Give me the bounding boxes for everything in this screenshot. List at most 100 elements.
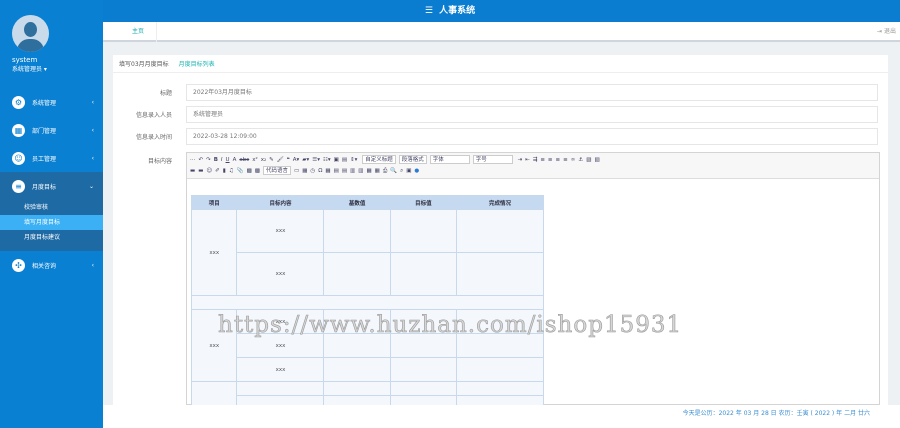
- grid-icon: ▦: [12, 123, 25, 137]
- special-char-icon[interactable]: Ω: [318, 166, 322, 177]
- time-icon[interactable]: ◷: [310, 166, 315, 177]
- sidebar-item-consult[interactable]: ✣ 相关咨询 ‹: [0, 251, 103, 279]
- gmap-icon[interactable]: ▩: [255, 166, 260, 177]
- label: 部门管理: [32, 127, 57, 135]
- footer-date: 今天是公历：2022 年 03 月 28 日 农历：壬寅 ( 2022 ) 年 …: [103, 405, 900, 428]
- quote-icon[interactable]: ❝: [287, 155, 290, 166]
- hamburger-icon[interactable]: ☰: [425, 6, 433, 16]
- align-left-icon[interactable]: ≡: [540, 155, 545, 166]
- goal-list-link[interactable]: 月度目标列表: [179, 59, 215, 68]
- table-cell[interactable]: xxx: [236, 357, 325, 382]
- undo-icon[interactable]: ↶: [199, 155, 204, 166]
- title-input[interactable]: 2022年03月月度目标: [186, 84, 878, 101]
- user-role-dropdown[interactable]: 系统管理员 ▾: [12, 64, 47, 73]
- sidebar-item-system[interactable]: ⚙ 系统管理 ‹: [0, 88, 103, 116]
- indent-icon[interactable]: ⇶: [533, 155, 538, 166]
- insert-row-icon[interactable]: ▤: [334, 166, 339, 177]
- user-icon: ☺: [12, 151, 25, 165]
- table-icon[interactable]: ▦: [325, 166, 330, 177]
- paragraph-format-select[interactable]: 段落格式: [398, 155, 427, 164]
- rtl-icon[interactable]: ⇤: [525, 155, 530, 166]
- rich-text-editor[interactable]: ⋯ ↶ ↷ B I U Aabc x² x₂ ✎ 🖌 ❝ A▾ ▰▾ ☰▾ ☷▾ ▣ ▤ ⇕▾ 自定义标题 段落格式字…: [186, 152, 880, 410]
- scrawl-icon[interactable]: ✐: [215, 166, 220, 177]
- unordered-list-icon[interactable]: ☷▾: [323, 155, 331, 166]
- split-cells-icon[interactable]: ▦: [375, 166, 380, 177]
- select-all-icon[interactable]: ▣: [334, 155, 339, 166]
- image-center-icon[interactable]: ▧: [594, 155, 599, 166]
- redo-icon[interactable]: ↷: [206, 155, 211, 166]
- gear-icon: ⚙: [12, 95, 25, 109]
- code-language-select[interactable]: 代码语言: [262, 166, 291, 175]
- ordered-list-icon[interactable]: ☰▾: [312, 155, 320, 166]
- image-icon[interactable]: ▬: [190, 166, 195, 177]
- bold-icon[interactable]: B: [214, 155, 218, 166]
- sidebar-item-monthly[interactable]: ≡ 月度目标 ⌄: [0, 172, 103, 200]
- preview-icon[interactable]: 🔍: [390, 166, 397, 177]
- font-color-icon[interactable]: A▾: [293, 155, 300, 166]
- underline-icon[interactable]: U: [226, 155, 230, 166]
- panel-title: 填写03月月度目标: [119, 61, 169, 68]
- sidebar-subitem-review[interactable]: 校验审核: [0, 200, 103, 215]
- tab-home[interactable]: 主页: [120, 22, 158, 42]
- search-replace-icon[interactable]: ⌕: [400, 166, 403, 177]
- eraser-icon[interactable]: ✎: [269, 155, 274, 166]
- source-icon[interactable]: ⋯: [190, 155, 196, 166]
- ltr-icon[interactable]: ⇥: [517, 155, 522, 166]
- italic-icon[interactable]: I: [221, 155, 223, 166]
- subscript-icon[interactable]: x₂: [261, 155, 266, 166]
- user-name: system: [12, 56, 38, 64]
- sidebar-item-department[interactable]: ▦ 部门管理 ‹: [0, 116, 103, 144]
- anchor-icon[interactable]: ⚓: [578, 155, 583, 166]
- font-size-select[interactable]: 字号: [472, 155, 513, 164]
- font-family-select[interactable]: 字体: [429, 155, 470, 164]
- chevron-down-icon: ⌄: [88, 182, 94, 190]
- attachment-icon[interactable]: 📎: [237, 166, 244, 177]
- sidebar-subitem-goal-advice[interactable]: 月度目标建议: [0, 230, 103, 245]
- merge-cells-icon[interactable]: ▦: [366, 166, 371, 177]
- avatar: [12, 15, 49, 52]
- time-input[interactable]: 2022-03-28 12:09:00: [186, 128, 878, 145]
- strike-icon[interactable]: abc: [239, 155, 249, 166]
- video-icon[interactable]: ▮: [223, 166, 226, 177]
- entrant-input[interactable]: 系统管理员: [186, 106, 878, 123]
- date-icon[interactable]: ▦: [302, 166, 307, 177]
- table-cell[interactable]: xxx: [190, 209, 238, 296]
- custom-title-select[interactable]: 自定义标题: [362, 155, 396, 164]
- paragraph-spacing-icon[interactable]: ⇕▾: [350, 155, 357, 166]
- insert-col-icon[interactable]: ▥: [350, 166, 355, 177]
- font-border-icon[interactable]: A: [233, 155, 237, 166]
- multi-image-icon[interactable]: ▬: [198, 166, 203, 177]
- image-float-icon[interactable]: ▧: [586, 155, 591, 166]
- pagebreak-icon[interactable]: ▭: [294, 166, 299, 177]
- content-label: 目标内容: [147, 158, 172, 165]
- label: 员工管理: [32, 155, 57, 163]
- format-brush-icon[interactable]: 🖌: [277, 155, 284, 166]
- music-icon[interactable]: ♫: [229, 166, 234, 177]
- chevron-left-icon: ‹: [91, 126, 94, 134]
- logout-button[interactable]: ⇥ 退出: [877, 22, 896, 42]
- delete-col-icon[interactable]: ▥: [358, 166, 363, 177]
- clear-doc-icon[interactable]: ▤: [342, 155, 347, 166]
- table-cell[interactable]: xxx: [236, 252, 325, 296]
- goal-table: 项目 目标内容 基数值 目标值 完成情况 xxx xxx xxx xxx xxx xxx x…: [190, 195, 545, 410]
- sidebar-item-employee[interactable]: ☺ 员工管理 ‹: [0, 144, 103, 172]
- tab-bar: 主页 ⇥ 退出: [103, 22, 900, 42]
- template-icon[interactable]: ▣: [406, 166, 411, 177]
- align-center-icon[interactable]: ≡: [548, 155, 553, 166]
- header-cell: 基数值: [323, 195, 391, 210]
- sidebar-subitem-fill-goal[interactable]: 填写月度目标: [0, 215, 103, 230]
- sidebar: system 系统管理员 ▾ ⚙ 系统管理 ‹ ▦ 部门管理 ‹ ☺ 员工管理 ‹ ≡ 月度目…: [0, 0, 103, 428]
- table-cell[interactable]: xxx: [236, 209, 325, 253]
- print-icon[interactable]: ⎙: [383, 166, 387, 177]
- emotion-icon[interactable]: ☺: [206, 166, 212, 177]
- delete-row-icon[interactable]: ▤: [342, 166, 347, 177]
- form-panel: 填写03月月度目标 月度目标列表 标题 2022年03月月度目标 信息录入人员 系统管…: [113, 55, 888, 410]
- superscript-icon[interactable]: x²: [252, 155, 257, 166]
- highlight-icon[interactable]: ▰▾: [302, 155, 309, 166]
- help-icon[interactable]: ●: [414, 166, 419, 177]
- chevron-left-icon: ‹: [91, 98, 94, 106]
- map-icon[interactable]: ▩: [247, 166, 252, 177]
- align-right-icon[interactable]: ≡: [556, 155, 561, 166]
- justify-icon[interactable]: ≡: [563, 155, 568, 166]
- link-icon[interactable]: ∞: [571, 155, 576, 166]
